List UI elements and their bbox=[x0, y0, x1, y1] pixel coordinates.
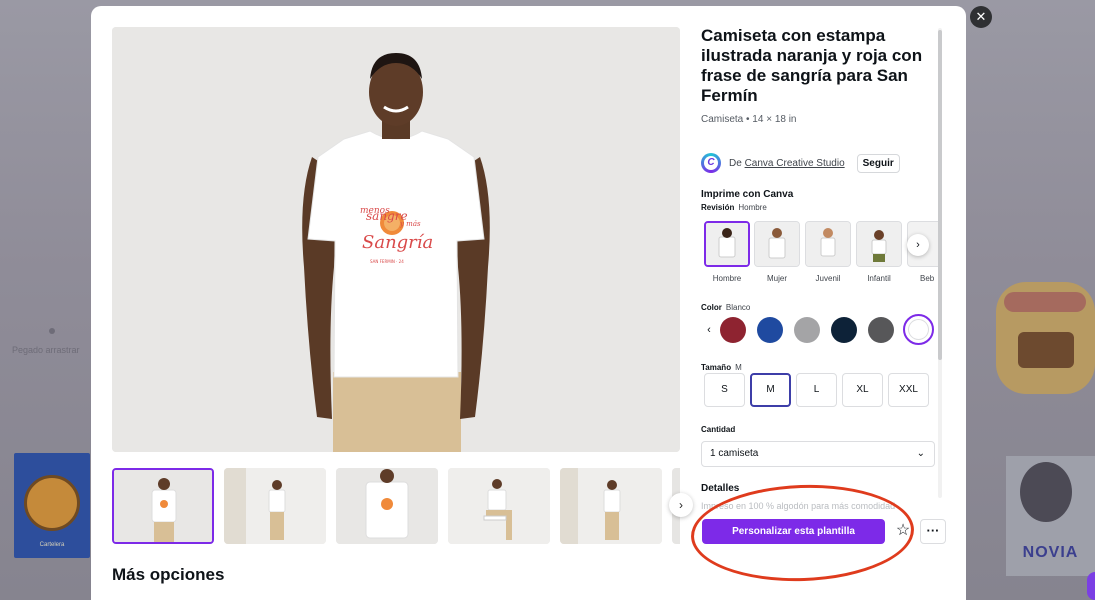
background-template-card: Cartelera bbox=[14, 453, 90, 558]
portrait-illustration bbox=[1020, 462, 1072, 522]
chevron-right-icon: › bbox=[679, 498, 683, 512]
color-swatch-blue[interactable] bbox=[757, 317, 783, 343]
canva-logo-icon bbox=[701, 153, 721, 173]
revision-value: Hombre bbox=[738, 203, 767, 212]
star-icon: ☆ bbox=[895, 522, 911, 539]
thumbnail-2[interactable] bbox=[224, 468, 326, 544]
background-template-card-3: NOVIA bbox=[1006, 456, 1095, 576]
revision-next-button[interactable]: › bbox=[907, 234, 929, 256]
background-template-card-2 bbox=[996, 282, 1095, 394]
close-icon: ✕ bbox=[975, 9, 987, 24]
background-icon bbox=[49, 328, 55, 334]
quantity-value: 1 camiseta bbox=[710, 448, 759, 459]
color-prev-button[interactable]: ‹ bbox=[701, 320, 719, 340]
hombre-thumbnail bbox=[706, 223, 748, 265]
template-detail-modal: menos sangre y más Sangría SAN FERMIN · … bbox=[91, 6, 966, 600]
more-icon: ··· bbox=[926, 523, 940, 538]
revision-option-juvenil[interactable] bbox=[805, 221, 851, 267]
author-prefix: De Canva Creative Studio bbox=[729, 158, 845, 169]
color-swatch-burgundy[interactable] bbox=[720, 317, 746, 343]
quantity-select[interactable]: 1 camiseta ⌄ bbox=[701, 441, 935, 467]
background-label: Pegado arrastrar bbox=[12, 345, 80, 355]
sun-illustration bbox=[24, 475, 80, 531]
mujer-thumbnail bbox=[755, 222, 799, 266]
juvenil-thumbnail bbox=[806, 222, 850, 266]
design-line-4: Sangría bbox=[362, 232, 433, 253]
chevron-right-icon: › bbox=[916, 239, 920, 251]
author-prefix-text: De bbox=[729, 157, 742, 169]
thumbnail-strip bbox=[112, 468, 680, 546]
color-label: Color bbox=[701, 303, 722, 312]
revision-line: Revisión Hombre bbox=[701, 203, 767, 212]
background-card-text: NOVIA bbox=[1022, 544, 1079, 561]
size-line: Tamaño M bbox=[701, 363, 742, 372]
scrollbar-thumb[interactable] bbox=[938, 30, 942, 360]
thumbnail-5[interactable] bbox=[560, 468, 662, 544]
size-value: M bbox=[735, 363, 742, 372]
customize-template-button[interactable]: Personalizar esta plantilla bbox=[702, 519, 885, 544]
thumbnail-image bbox=[560, 468, 662, 544]
size-option-xxl[interactable]: XXL bbox=[888, 373, 929, 407]
close-modal-button[interactable]: ✕ bbox=[970, 6, 992, 28]
revision-label-hombre: Hombre bbox=[712, 274, 742, 283]
background-purple-button bbox=[1087, 572, 1095, 600]
revision-label: Revisión bbox=[701, 203, 735, 212]
more-actions-button[interactable]: ··· bbox=[920, 519, 946, 544]
color-swatch-charcoal[interactable] bbox=[868, 317, 894, 343]
follow-button[interactable]: Seguir bbox=[856, 153, 900, 173]
chevron-down-icon: ⌄ bbox=[916, 448, 925, 459]
favorite-button[interactable]: ☆ bbox=[891, 519, 915, 543]
revision-option-infantil[interactable] bbox=[856, 221, 902, 267]
revision-option-mujer[interactable] bbox=[754, 221, 800, 267]
panel-scrollbar[interactable] bbox=[938, 28, 942, 498]
revision-label-infantil: Infantil bbox=[867, 274, 891, 283]
color-value: Blanco bbox=[725, 303, 751, 312]
thumbnail-image bbox=[114, 470, 212, 542]
size-label: Tamaño bbox=[701, 363, 732, 372]
details-title: Detalles bbox=[701, 483, 740, 494]
print-section-title: Imprime con Canva bbox=[701, 189, 794, 200]
size-option-s[interactable]: S bbox=[704, 373, 745, 407]
details-text: Impreso en 100 % algodón para más comodi… bbox=[701, 501, 896, 511]
color-swatch-navy[interactable] bbox=[831, 317, 857, 343]
chevron-left-icon: ‹ bbox=[707, 324, 711, 336]
more-options-heading: Más opciones bbox=[112, 565, 225, 584]
revision-label-mujer: Mujer bbox=[766, 274, 787, 283]
quantity-line: Cantidad bbox=[701, 425, 739, 434]
quantity-label: Cantidad bbox=[701, 425, 736, 434]
product-main-image: menos sangre y más Sangría SAN FERMIN · … bbox=[112, 27, 680, 452]
size-option-l[interactable]: L bbox=[796, 373, 837, 407]
background-shape bbox=[1018, 332, 1074, 368]
thumbnail-1[interactable] bbox=[112, 468, 214, 544]
thumbnail-next-button[interactable]: › bbox=[669, 493, 693, 517]
revision-label-bebe: Beb bbox=[920, 274, 935, 283]
product-info-panel: Camiseta con estampa ilustrada naranja y… bbox=[701, 26, 941, 516]
thumbnail-image bbox=[224, 468, 326, 544]
infantil-thumbnail bbox=[857, 222, 901, 266]
author-link[interactable]: Canva Creative Studio bbox=[745, 158, 845, 169]
size-option-m[interactable]: M bbox=[750, 373, 791, 407]
color-swatch-gray[interactable] bbox=[794, 317, 820, 343]
thumbnail-4[interactable] bbox=[448, 468, 550, 544]
size-option-xl[interactable]: XL bbox=[842, 373, 883, 407]
revision-label-juvenil: Juvenil bbox=[815, 274, 841, 283]
background-shape bbox=[1004, 292, 1086, 312]
product-title: Camiseta con estampa ilustrada naranja y… bbox=[701, 26, 923, 105]
revision-option-hombre[interactable] bbox=[704, 221, 750, 267]
model-illustration: menos sangre y más Sangría SAN FERMIN · … bbox=[112, 27, 680, 452]
design-footer: SAN FERMIN · 24 bbox=[370, 259, 404, 264]
color-line: Color Blanco bbox=[701, 303, 750, 312]
design-line-3: y más bbox=[399, 220, 421, 228]
thumbnail-image bbox=[336, 468, 438, 544]
thumbnail-image bbox=[448, 468, 550, 544]
color-swatch-white[interactable] bbox=[903, 314, 934, 345]
thumbnail-3[interactable] bbox=[336, 468, 438, 544]
background-card-caption: Cartelera bbox=[39, 542, 65, 548]
product-subtitle: Camiseta • 14 × 18 in bbox=[701, 114, 797, 125]
author-row: De Canva Creative Studio Seguir bbox=[701, 153, 900, 173]
